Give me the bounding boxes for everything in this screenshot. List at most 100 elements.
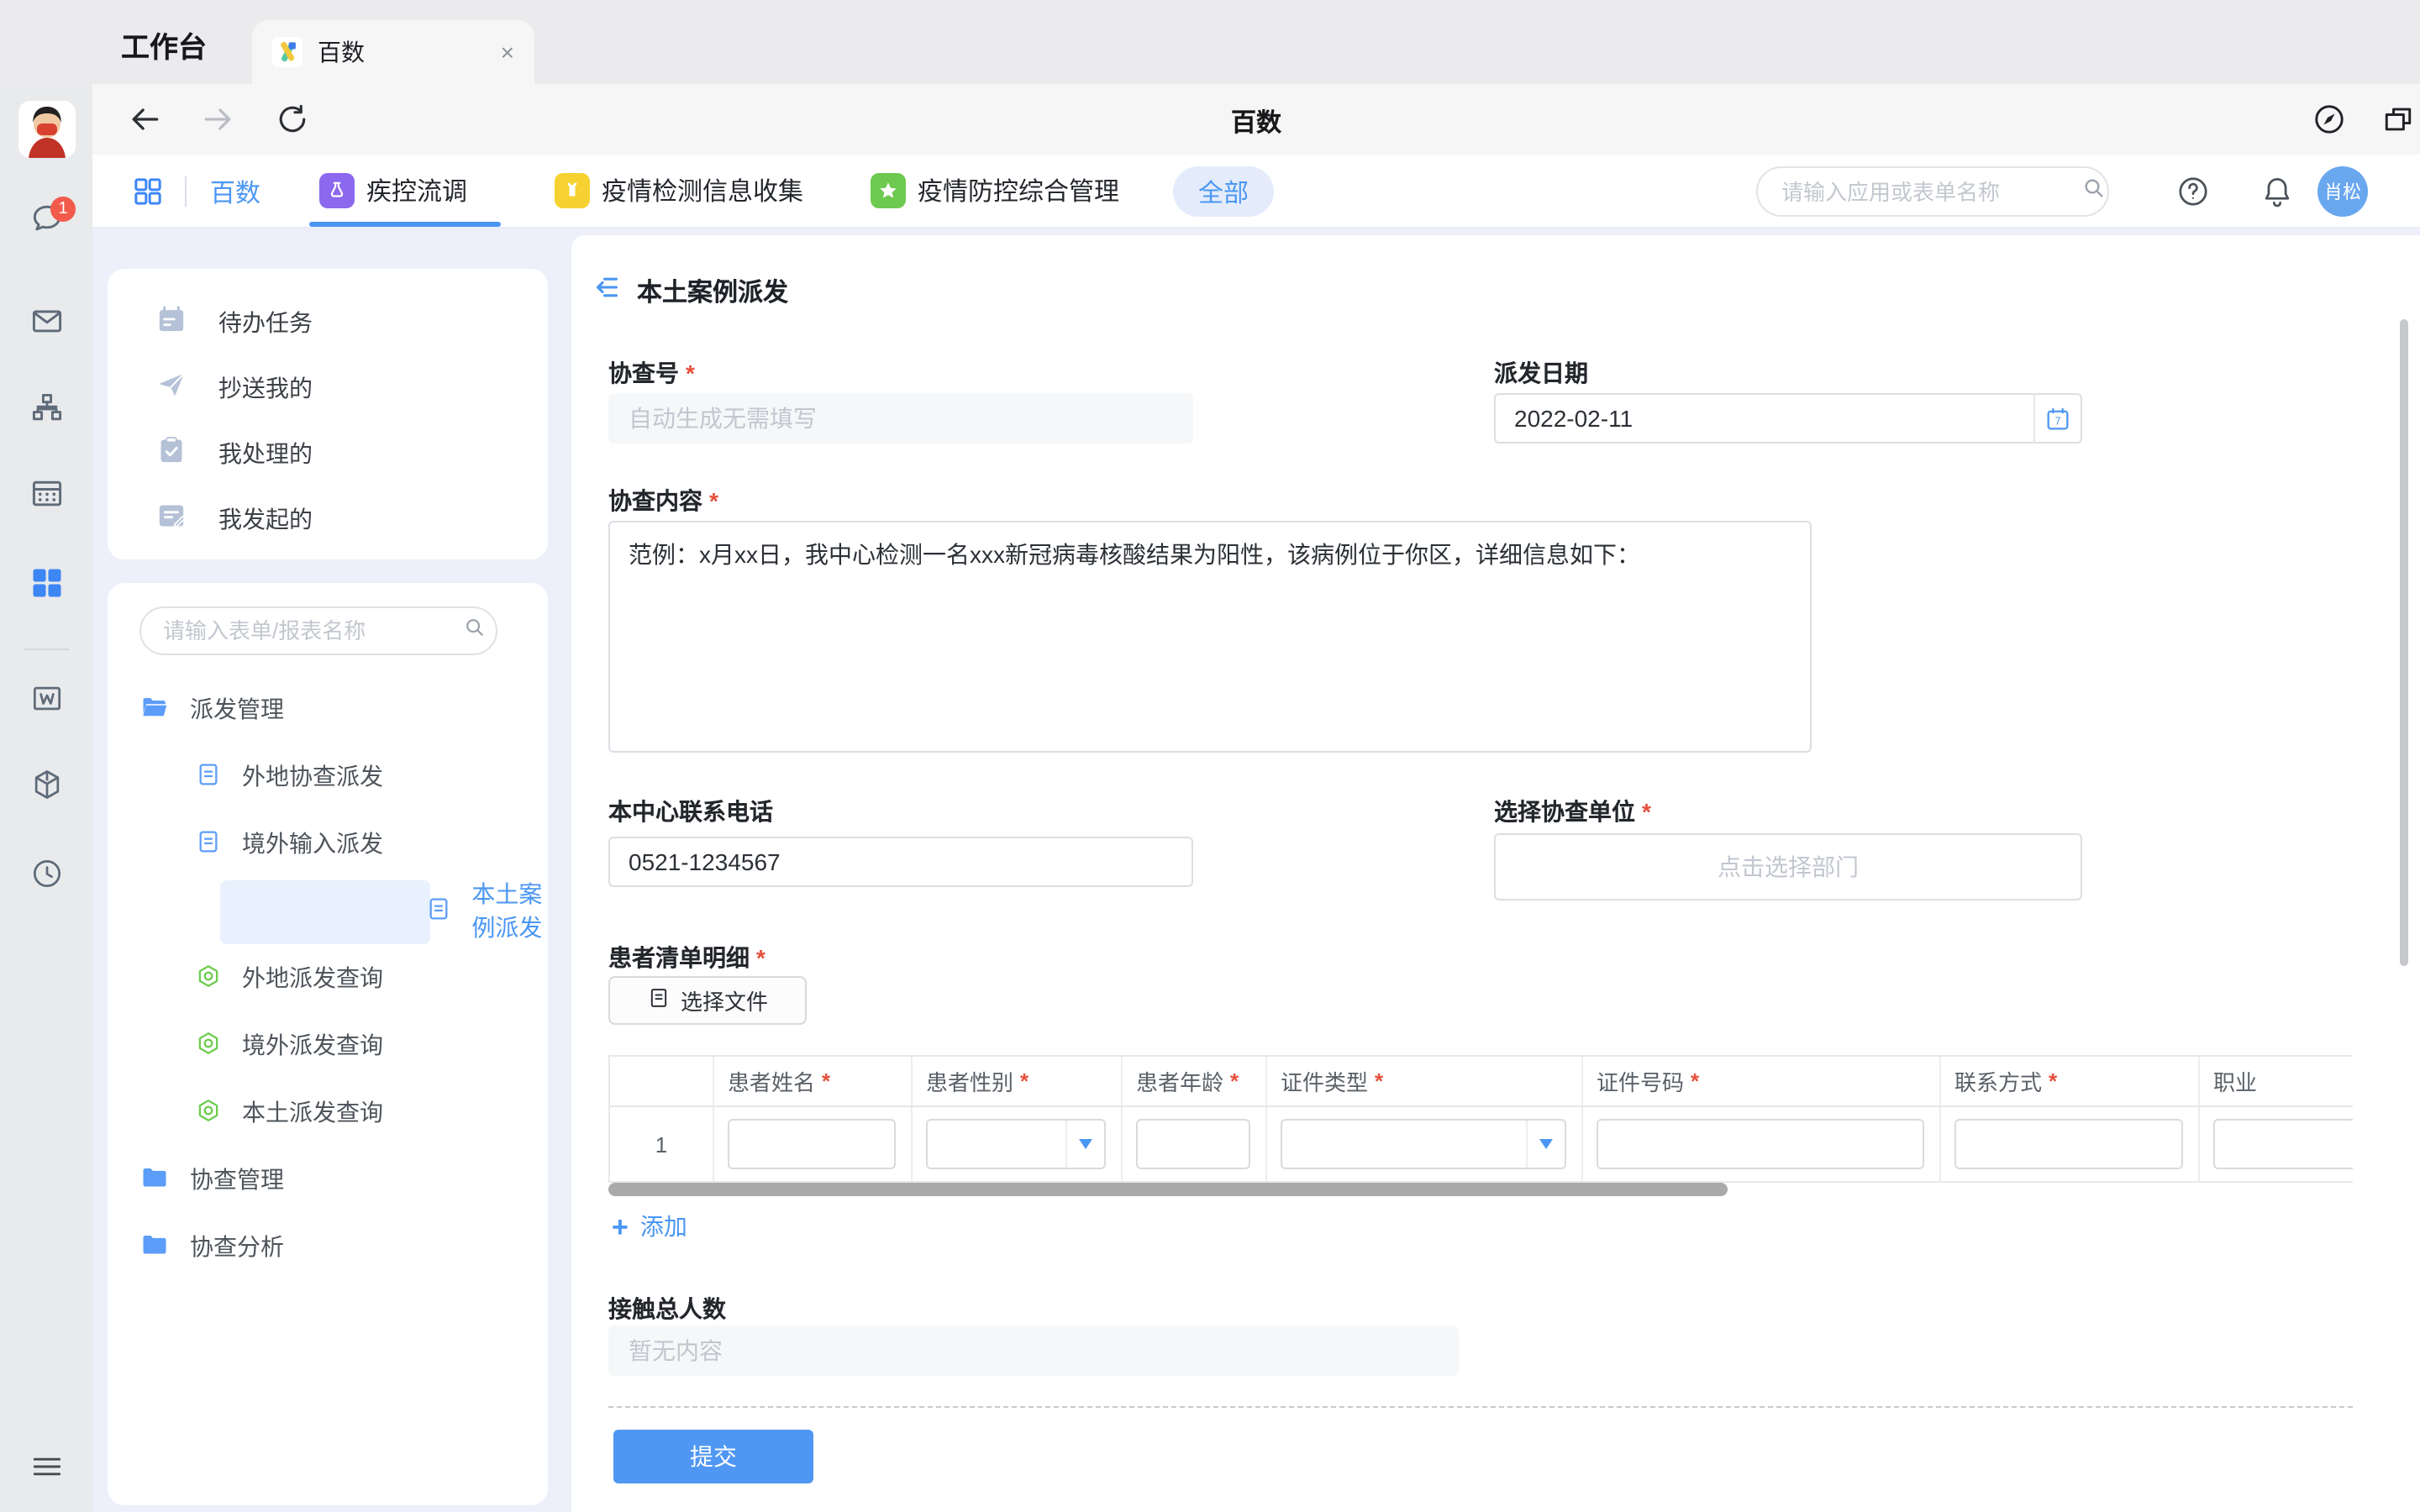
header-occupation: 职业: [2200, 1057, 2353, 1105]
org-chart-icon[interactable]: [0, 390, 92, 427]
bell-icon[interactable]: [2259, 173, 2296, 210]
calendar-icon[interactable]: 7: [2035, 404, 2081, 433]
tree-node-imported-dispatch[interactable]: 境外输入派发: [108, 810, 548, 877]
app-search[interactable]: [1756, 166, 2109, 217]
menu-hamburger-icon[interactable]: [0, 1448, 92, 1485]
patient-gender-select[interactable]: [926, 1119, 1106, 1169]
tree-node-label: 本土派发查询: [242, 1095, 383, 1129]
page-title: 百数: [92, 104, 2420, 139]
folder-icon: [139, 1162, 170, 1197]
submit-button[interactable]: 提交: [613, 1430, 813, 1483]
tree-node-dispatch-mgmt[interactable]: 派发管理: [108, 675, 548, 743]
nav-tab-test-info[interactable]: 疫情检测信息收集: [555, 173, 803, 208]
report-hex-icon: [195, 1096, 222, 1128]
tree-node-label: 境外派发查询: [242, 1028, 383, 1062]
form-search-input[interactable]: [160, 617, 462, 645]
menu-item-initiated[interactable]: 我发起的: [108, 486, 548, 551]
nav-tab-epidemic-survey[interactable]: 疾控流调: [319, 173, 467, 208]
open-new-window-icon[interactable]: [2380, 101, 2417, 138]
tab-label: 百数: [318, 35, 501, 69]
quick-menu-card: 待办任务 抄送我的 我: [108, 269, 548, 559]
patient-age-input[interactable]: [1136, 1119, 1250, 1169]
survey-unit-label: 选择协查单位*: [1494, 795, 1651, 828]
tree-node-imported-query[interactable]: 境外派发查询: [108, 1011, 548, 1079]
nav-tab-prevention-mgmt[interactable]: 疫情防控综合管理: [871, 173, 1119, 208]
help-icon[interactable]: [2175, 173, 2212, 210]
chat-badge: 1: [50, 197, 76, 222]
add-row-button[interactable]: + 添加: [612, 1210, 687, 1243]
tree-node-label: 协查管理: [190, 1163, 284, 1196]
vertical-scrollbar[interactable]: [2400, 319, 2408, 966]
menu-item-label: 我处理的: [218, 436, 313, 470]
nav-tab-all[interactable]: 全部: [1173, 166, 1274, 217]
browser-toolbar: 百数: [92, 84, 2420, 155]
choose-file-button[interactable]: 选择文件: [608, 976, 807, 1025]
survey-content-label: 协查内容*: [608, 484, 718, 517]
word-doc-icon[interactable]: [0, 680, 92, 717]
report-hex-icon: [195, 962, 222, 994]
calendar-grid-icon[interactable]: [0, 475, 92, 512]
collapse-back-icon[interactable]: [592, 272, 622, 311]
menu-item-cc-me[interactable]: 抄送我的: [108, 354, 548, 420]
app-search-input[interactable]: [1778, 177, 2081, 206]
tree-node-survey-mgmt[interactable]: 协查管理: [108, 1146, 548, 1213]
contact-total-label: 接触总人数: [608, 1292, 726, 1326]
tree-node-label: 外地派发查询: [242, 961, 383, 995]
tree-node-outside-query[interactable]: 外地派发查询: [108, 944, 548, 1011]
workspace-grid-icon[interactable]: [0, 564, 92, 601]
report-hex-icon: [195, 1029, 222, 1061]
id-type-select[interactable]: [1281, 1119, 1566, 1169]
clock-icon[interactable]: [0, 855, 92, 892]
menu-item-handled[interactable]: 我处理的: [108, 420, 548, 486]
id-number-input[interactable]: [1597, 1119, 1924, 1169]
form-tree: 派发管理 外地协查派发 境外输入派发: [108, 675, 548, 1280]
note-edit-icon: [155, 499, 188, 538]
form-doc-icon: [424, 895, 451, 927]
nav-home-baishu[interactable]: 百数: [210, 175, 260, 210]
survey-unit-picker[interactable]: [1494, 833, 2082, 900]
occupation-input[interactable]: [2213, 1119, 2353, 1169]
nav-tab-label: 疫情检测信息收集: [602, 173, 803, 208]
app-nav: 百数 疾控流调 疫情检测信息收集 疫情防: [92, 155, 2420, 228]
contact-total-input[interactable]: [608, 1326, 1459, 1376]
cube-icon[interactable]: [0, 766, 92, 803]
header-patient-name: 患者姓名*: [714, 1057, 913, 1105]
survey-no-label: 协查号*: [608, 356, 695, 390]
compass-icon[interactable]: [2311, 101, 2348, 138]
table-horizontal-scrollbar[interactable]: [608, 1183, 1728, 1196]
user-avatar[interactable]: [0, 101, 92, 158]
patient-table-header: 患者姓名* 患者性别* 患者年龄* 证件类型* 证件号码*: [610, 1057, 2353, 1107]
center-phone-label: 本中心联系电话: [608, 795, 773, 828]
tree-node-local-query[interactable]: 本土派发查询: [108, 1079, 548, 1146]
browser-tab[interactable]: 百数 ×: [252, 20, 534, 84]
header-patient-gender: 患者性别*: [913, 1057, 1123, 1105]
form-search[interactable]: [139, 606, 497, 655]
active-tab-underline: [309, 222, 501, 227]
survey-no-input[interactable]: [608, 393, 1193, 444]
chat-icon[interactable]: [0, 200, 92, 237]
epidemic-survey-app-icon: [319, 173, 355, 208]
workspace-title: 工作台: [121, 24, 207, 66]
apps-grid-icon[interactable]: [131, 175, 165, 208]
tree-node-local-case-dispatch[interactable]: 本土案例派发: [108, 877, 548, 944]
tab-close-icon[interactable]: ×: [501, 40, 514, 64]
patient-name-input[interactable]: [728, 1119, 896, 1169]
patient-table: 患者姓名* 患者性别* 患者年龄* 证件类型* 证件号码*: [608, 1055, 2353, 1183]
dispatch-date-input[interactable]: 2022-02-11 7: [1494, 393, 2082, 444]
form-title: 本土案例派发: [637, 274, 788, 309]
center-phone-input[interactable]: [608, 837, 1193, 887]
menu-item-todo[interactable]: 待办任务: [108, 289, 548, 354]
mail-icon[interactable]: [0, 302, 92, 339]
tree-node-label: 境外输入派发: [242, 827, 383, 860]
contact-input[interactable]: [1954, 1119, 2183, 1169]
header-id-type: 证件类型*: [1267, 1057, 1583, 1105]
patient-list-label: 患者清单明细*: [608, 941, 765, 974]
survey-content-textarea[interactable]: 范例：x月xx日，我中心检测一名xxx新冠病毒核酸结果为阳性，该病例位于你区，详…: [608, 521, 1812, 753]
form-tree-card: 派发管理 外地协查派发 境外输入派发: [108, 583, 548, 1505]
form-panel: 本土案例派发 协查号* 派发日期 2022-02-11 7: [571, 235, 2420, 1512]
profile-avatar[interactable]: 肖松: [2317, 166, 2368, 217]
todo-calendar-icon: [155, 302, 188, 341]
svg-text:7: 7: [2054, 413, 2060, 426]
tree-node-survey-analysis[interactable]: 协查分析: [108, 1213, 548, 1280]
tree-node-outside-dispatch[interactable]: 外地协查派发: [108, 743, 548, 810]
